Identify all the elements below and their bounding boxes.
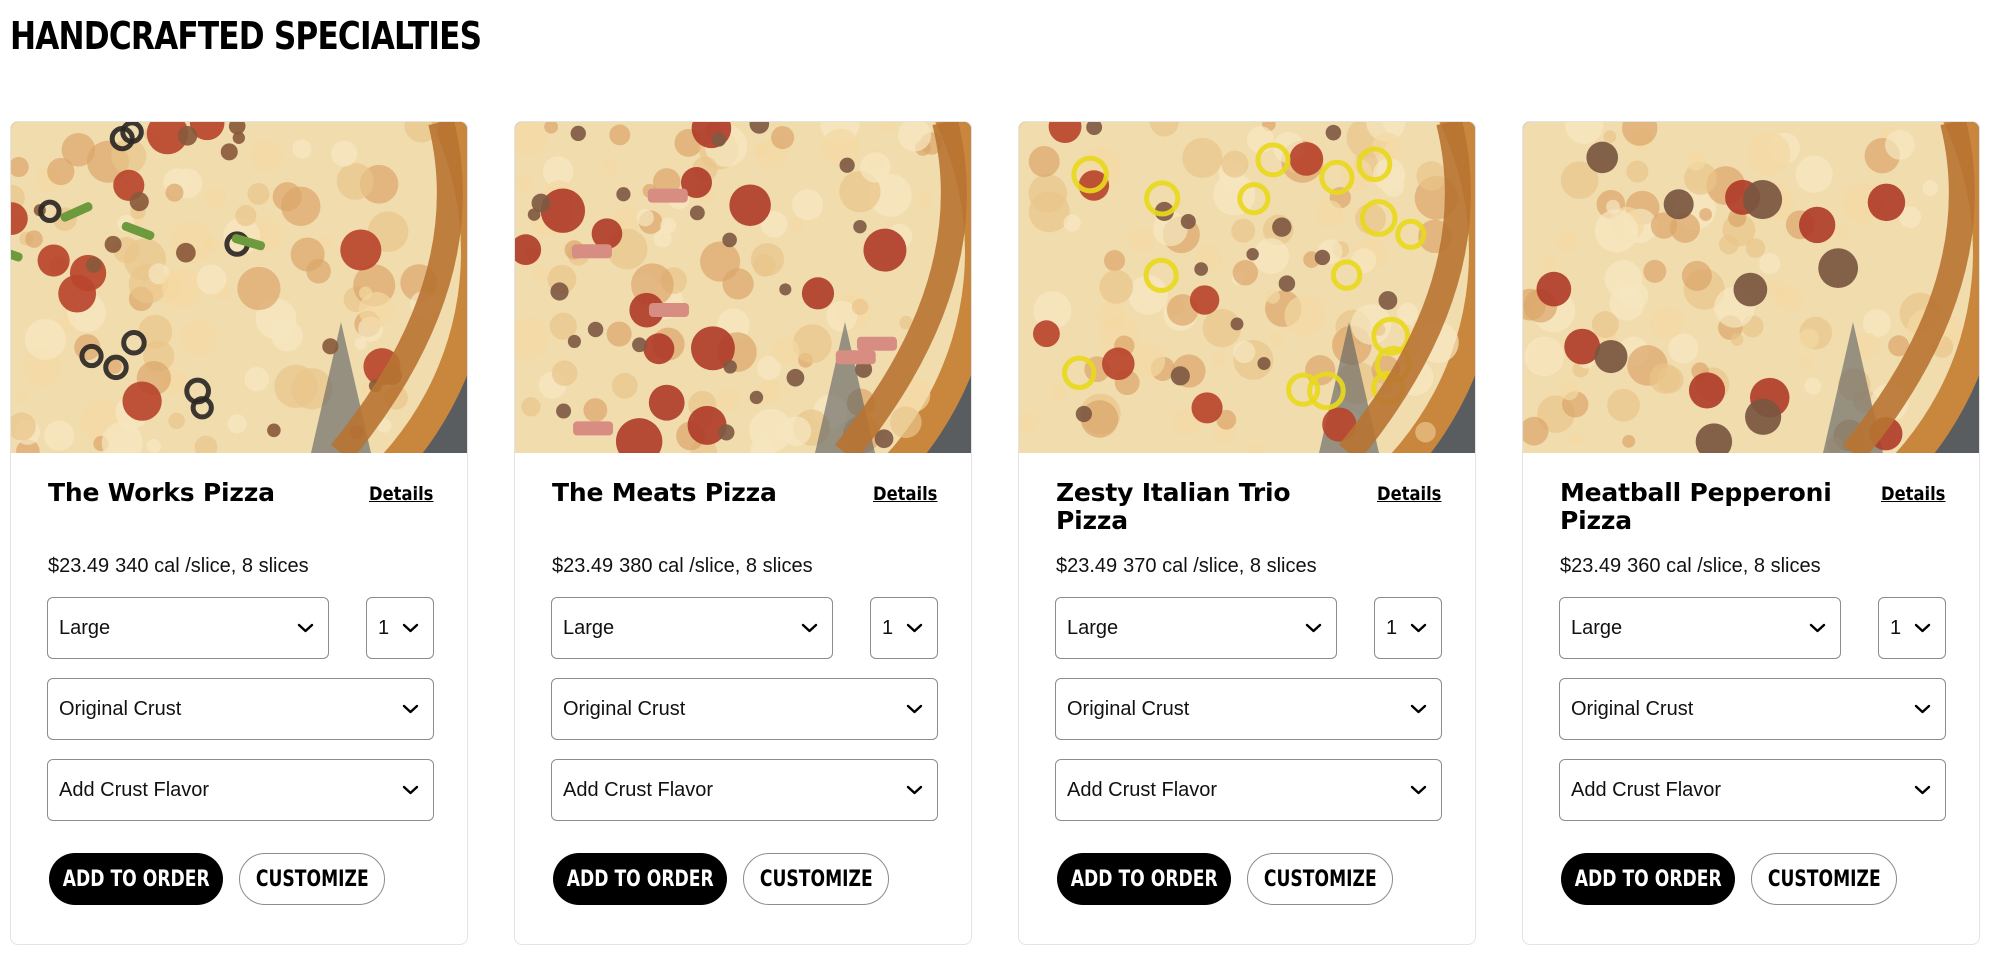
product-nutrition: 340 cal /slice, 8 slices <box>115 555 309 577</box>
crust-value: Original Crust <box>563 697 686 720</box>
chevron-down-icon <box>1914 623 1931 633</box>
crust-flavor-value: Add Crust Flavor <box>563 778 714 801</box>
product-price: $23.49 <box>48 555 110 577</box>
add-to-order-label: ADD TO ORDER <box>566 866 714 892</box>
add-to-order-button[interactable]: ADD TO ORDER <box>1561 853 1735 905</box>
crust-flavor-value: Add Crust Flavor <box>59 778 210 801</box>
customize-label: CUSTOMIZE <box>1767 866 1881 892</box>
product-name: Zesty Italian Trio Pizza <box>1056 478 1291 535</box>
customize-button[interactable]: CUSTOMIZE <box>1247 853 1393 905</box>
product-grid: The Works Pizza Details $23.49 340 cal /s… <box>10 121 1980 945</box>
pizza-illustration <box>515 122 971 453</box>
add-to-order-button[interactable]: ADD TO ORDER <box>553 853 727 905</box>
add-to-order-label: ADD TO ORDER <box>62 866 210 892</box>
details-link[interactable]: Details <box>1881 483 1945 505</box>
chevron-down-icon <box>297 623 314 633</box>
size-value: Large <box>59 616 111 639</box>
customize-button[interactable]: CUSTOMIZE <box>239 853 385 905</box>
customize-label: CUSTOMIZE <box>255 866 369 892</box>
add-to-order-label: ADD TO ORDER <box>1070 866 1218 892</box>
crust-flavor-select[interactable]: Add Crust Flavor <box>1055 759 1442 821</box>
product-meta: $23.49 370 cal /slice, 8 slices <box>1056 555 1317 578</box>
chevron-down-icon <box>1809 623 1826 633</box>
product-meta: $23.49 360 cal /slice, 8 slices <box>1560 555 1821 578</box>
crust-flavor-select[interactable]: Add Crust Flavor <box>47 759 434 821</box>
customize-label: CUSTOMIZE <box>759 866 873 892</box>
crust-select[interactable]: Original Crust <box>1055 678 1442 740</box>
product-nutrition: 380 cal /slice, 8 slices <box>619 555 813 577</box>
add-to-order-button[interactable]: ADD TO ORDER <box>1057 853 1231 905</box>
crust-flavor-select[interactable]: Add Crust Flavor <box>1559 759 1946 821</box>
quantity-select[interactable]: 1 <box>1878 597 1946 659</box>
crust-select[interactable]: Original Crust <box>551 678 938 740</box>
size-select[interactable]: Large <box>47 597 329 659</box>
chevron-down-icon <box>906 623 923 633</box>
size-value: Large <box>1571 616 1623 639</box>
add-to-order-button[interactable]: ADD TO ORDER <box>49 853 223 905</box>
customize-button[interactable]: CUSTOMIZE <box>1751 853 1897 905</box>
product-meta: $23.49 380 cal /slice, 8 slices <box>552 555 813 578</box>
quantity-select[interactable]: 1 <box>1374 597 1442 659</box>
chevron-down-icon <box>1410 623 1427 633</box>
product-name: The Meats Pizza <box>552 478 777 507</box>
add-to-order-label: ADD TO ORDER <box>1574 866 1722 892</box>
chevron-down-icon <box>801 623 818 633</box>
product-price: $23.49 <box>1056 555 1118 577</box>
product-meta: $23.49 340 cal /slice, 8 slices <box>48 555 309 578</box>
pizza-illustration <box>11 122 467 453</box>
customize-button[interactable]: CUSTOMIZE <box>743 853 889 905</box>
product-price: $23.49 <box>552 555 614 577</box>
section-title: HANDCRAFTED SPECIALTIES <box>10 14 482 58</box>
product-price: $23.49 <box>1560 555 1622 577</box>
details-link[interactable]: Details <box>873 483 937 505</box>
product-name: The Works Pizza <box>48 478 275 507</box>
quantity-select[interactable]: 1 <box>870 597 938 659</box>
product-name: Meatball Pepperoni Pizza <box>1560 478 1832 535</box>
product-card: Zesty Italian Trio Pizza Details $23.49 3… <box>1018 121 1476 945</box>
crust-flavor-value: Add Crust Flavor <box>1067 778 1218 801</box>
pizza-illustration <box>1523 122 1979 453</box>
product-card: The Meats Pizza Details $23.49 380 cal /s… <box>514 121 972 945</box>
chevron-down-icon <box>1914 785 1931 795</box>
crust-value: Original Crust <box>59 697 182 720</box>
chevron-down-icon <box>402 623 419 633</box>
chevron-down-icon <box>1410 704 1427 714</box>
product-nutrition: 370 cal /slice, 8 slices <box>1123 555 1317 577</box>
quantity-select[interactable]: 1 <box>366 597 434 659</box>
details-link[interactable]: Details <box>1377 483 1441 505</box>
crust-flavor-value: Add Crust Flavor <box>1571 778 1722 801</box>
chevron-down-icon <box>1305 623 1322 633</box>
crust-select[interactable]: Original Crust <box>1559 678 1946 740</box>
product-nutrition: 360 cal /slice, 8 slices <box>1627 555 1821 577</box>
crust-value: Original Crust <box>1067 697 1190 720</box>
size-select[interactable]: Large <box>1559 597 1841 659</box>
customize-label: CUSTOMIZE <box>1263 866 1377 892</box>
quantity-value: 1 <box>1386 616 1398 639</box>
details-link[interactable]: Details <box>369 483 433 505</box>
chevron-down-icon <box>402 785 419 795</box>
pizza-illustration <box>1019 122 1475 453</box>
quantity-value: 1 <box>378 616 390 639</box>
crust-select[interactable]: Original Crust <box>47 678 434 740</box>
size-select[interactable]: Large <box>1055 597 1337 659</box>
quantity-value: 1 <box>882 616 894 639</box>
crust-flavor-select[interactable]: Add Crust Flavor <box>551 759 938 821</box>
product-card: The Works Pizza Details $23.49 340 cal /s… <box>10 121 468 945</box>
pizza-photo[interactable] <box>515 122 971 453</box>
product-card: Meatball Pepperoni Pizza Details $23.49 3… <box>1522 121 1980 945</box>
crust-value: Original Crust <box>1571 697 1694 720</box>
pizza-photo[interactable] <box>1019 122 1475 453</box>
size-value: Large <box>563 616 615 639</box>
size-value: Large <box>1067 616 1119 639</box>
chevron-down-icon <box>906 785 923 795</box>
quantity-value: 1 <box>1890 616 1902 639</box>
pizza-photo[interactable] <box>1523 122 1979 453</box>
chevron-down-icon <box>906 704 923 714</box>
chevron-down-icon <box>402 704 419 714</box>
chevron-down-icon <box>1914 704 1931 714</box>
pizza-photo[interactable] <box>11 122 467 453</box>
chevron-down-icon <box>1410 785 1427 795</box>
size-select[interactable]: Large <box>551 597 833 659</box>
